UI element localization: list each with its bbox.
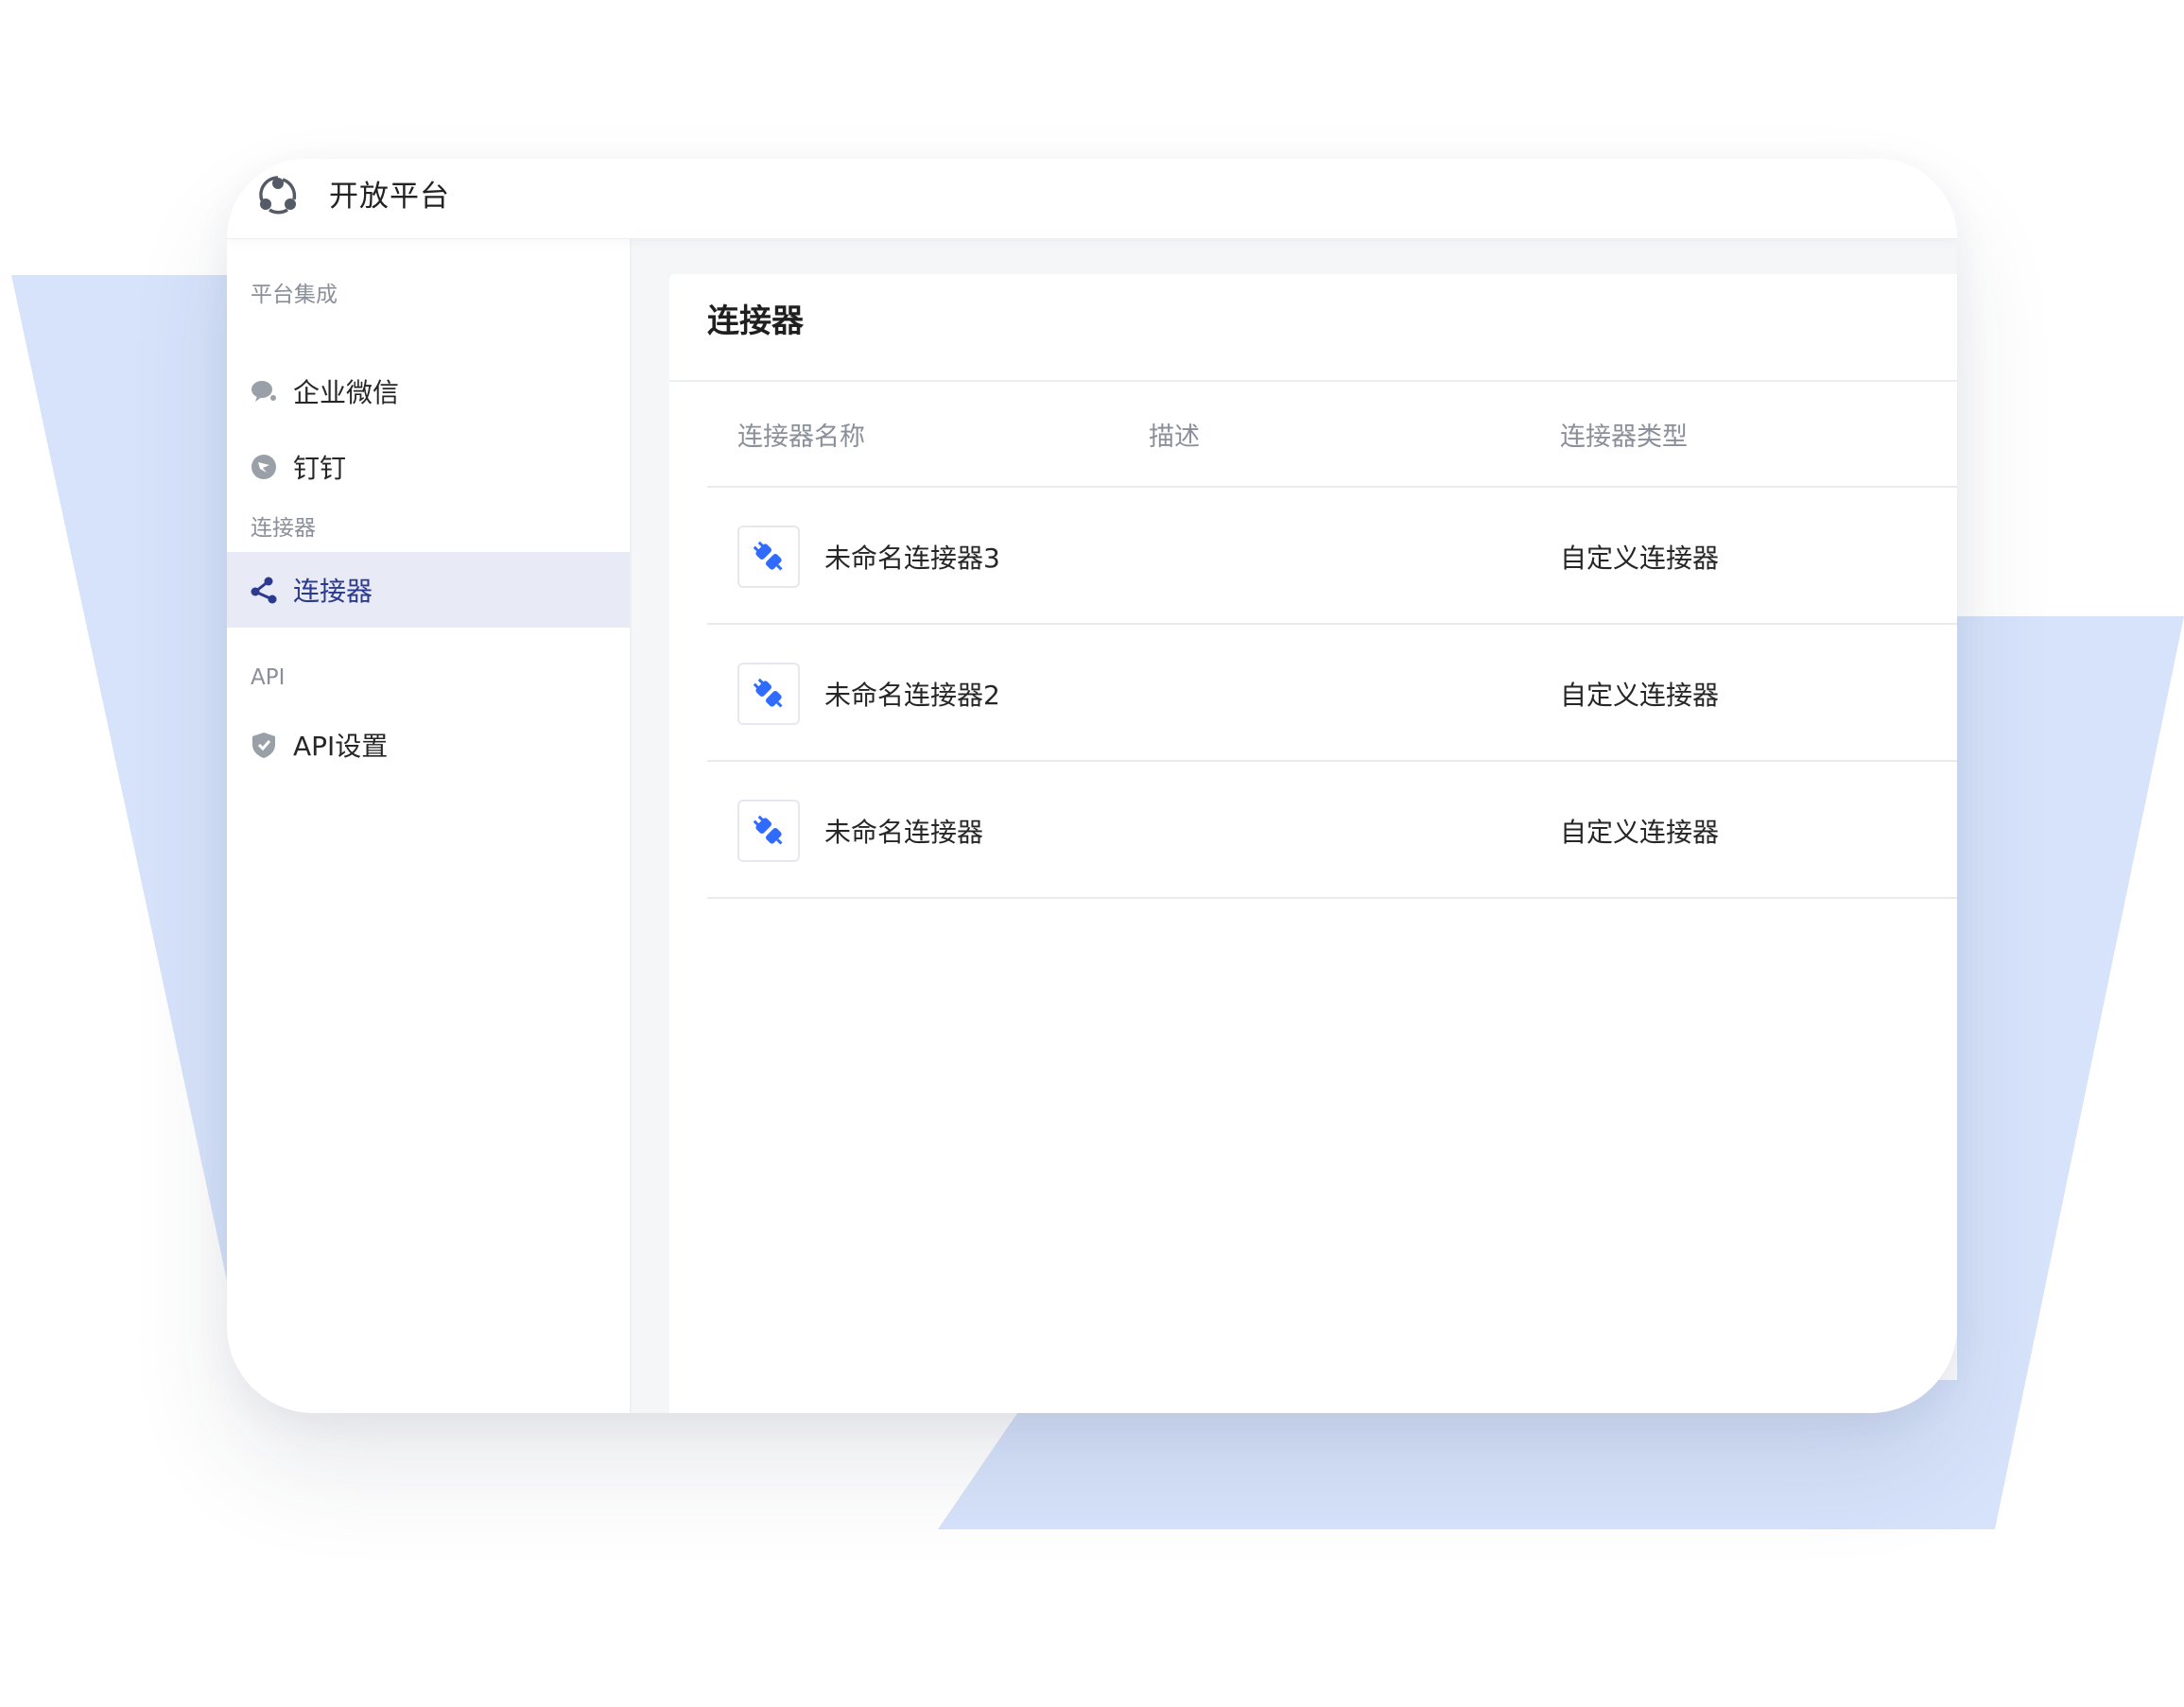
connector-panel: 连接器 连接器名称 描述 连接器类型 未命名连接器3 自定义连接器 未命名连接器… xyxy=(669,274,1957,1413)
sidebar-item-label: 企业微信 xyxy=(293,377,400,408)
connector-type: 自定义连接器 xyxy=(1560,543,1720,574)
wechat-work-icon xyxy=(250,377,278,405)
app-window: 开放平台 平台集成 企业微信 钉钉 连接器 连接器 API API设置 连接器 … xyxy=(227,159,1957,1413)
sidebar-group-title-api: API xyxy=(251,665,286,690)
sidebar-group-title-platform: 平台集成 xyxy=(251,283,338,307)
open-platform-logo-icon xyxy=(259,176,297,215)
column-header-type: 连接器类型 xyxy=(1560,422,1688,452)
plug-icon xyxy=(737,800,800,862)
column-header-name: 连接器名称 xyxy=(737,422,865,452)
connector-network-icon xyxy=(250,576,278,604)
sidebar-item-wechat-work[interactable]: 企业微信 xyxy=(227,353,630,429)
page-title: 连接器 xyxy=(707,302,804,340)
sidebar-item-api-settings[interactable]: API设置 xyxy=(227,707,630,783)
stage: 开放平台 平台集成 企业微信 钉钉 连接器 连接器 API API设置 连接器 … xyxy=(0,0,2184,1707)
sidebar-group-title-connector: 连接器 xyxy=(251,516,316,541)
shield-icon xyxy=(250,731,278,759)
sidebar-item-label: API设置 xyxy=(293,731,389,762)
connector-type: 自定义连接器 xyxy=(1560,680,1720,711)
connector-name[interactable]: 未命名连接器 xyxy=(824,812,983,850)
column-header-description: 描述 xyxy=(1149,422,1200,452)
plug-icon xyxy=(737,526,800,588)
top-bar: 开放平台 xyxy=(227,159,1957,239)
sidebar-item-connector[interactable]: 连接器 xyxy=(227,552,630,628)
connector-name[interactable]: 未命名连接器3 xyxy=(824,538,1000,576)
connector-name[interactable]: 未命名连接器2 xyxy=(824,675,1000,713)
sidebar-item-label: 连接器 xyxy=(293,576,373,607)
table-row[interactable]: 未命名连接器3 自定义连接器 xyxy=(707,488,1957,625)
plug-icon xyxy=(737,663,800,725)
table-header: 连接器名称 描述 连接器类型 xyxy=(707,382,1957,488)
table-row[interactable]: 未命名连接器2 自定义连接器 xyxy=(707,625,1957,762)
connector-type: 自定义连接器 xyxy=(1560,817,1720,848)
sidebar-item-dingtalk[interactable]: 钉钉 xyxy=(227,429,630,505)
dingtalk-icon xyxy=(250,453,278,481)
sidebar-item-label: 钉钉 xyxy=(293,453,347,484)
sidebar: 平台集成 企业微信 钉钉 连接器 连接器 API API设置 xyxy=(227,238,632,1413)
table-row[interactable]: 未命名连接器 自定义连接器 xyxy=(707,762,1957,899)
app-title: 开放平台 xyxy=(329,180,450,214)
